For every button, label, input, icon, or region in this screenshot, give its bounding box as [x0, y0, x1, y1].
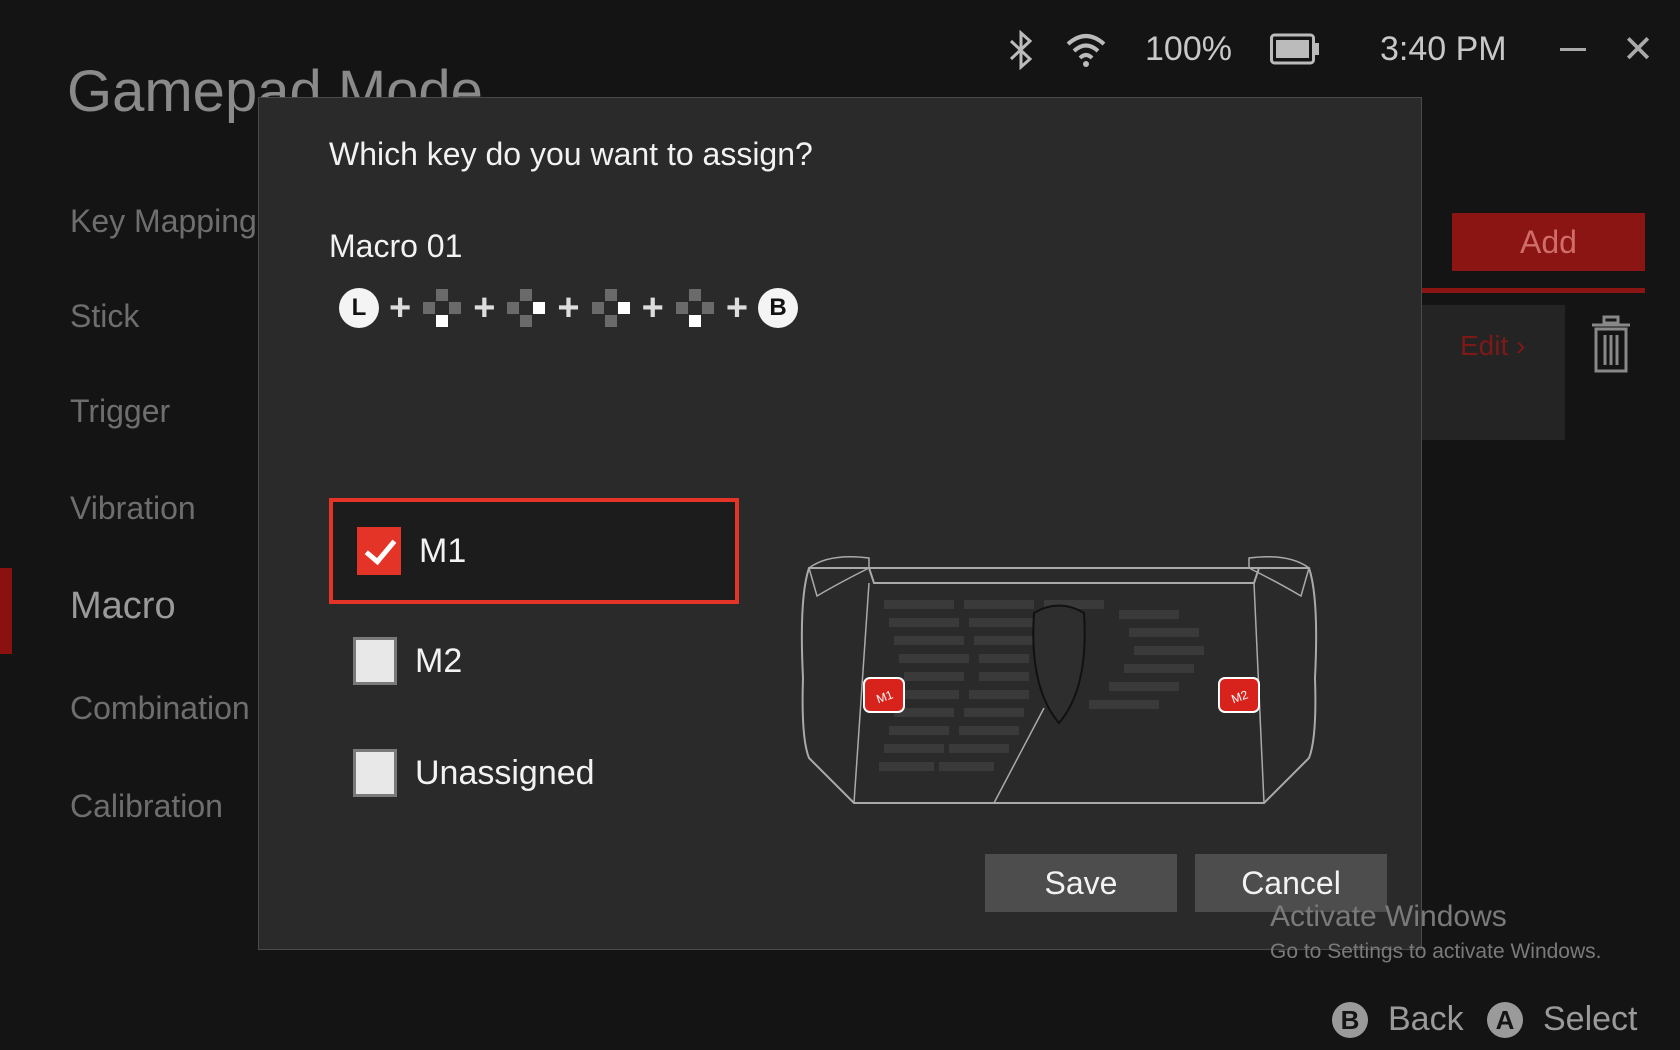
- activate-windows-title: Activate Windows: [1270, 900, 1507, 933]
- add-underline: [1420, 288, 1645, 293]
- b-button-icon: B: [1332, 1001, 1368, 1038]
- m2-checkbox[interactable]: [353, 637, 397, 685]
- option-label: M1: [419, 531, 467, 570]
- sidebar-item-macro[interactable]: Macro: [70, 585, 176, 628]
- status-bar: 100% 3:40 PM ✕: [960, 0, 1680, 100]
- sidebar-item-combination[interactable]: Combination: [70, 690, 250, 727]
- add-button[interactable]: Add: [1452, 213, 1645, 271]
- close-button[interactable]: ✕: [1618, 30, 1658, 70]
- minimize-button[interactable]: [1552, 30, 1596, 70]
- dialog-title: Which key do you want to assign?: [329, 136, 813, 172]
- assign-key-dialog: Which key do you want to assign? Macro 0…: [258, 97, 1422, 950]
- sidebar-item-trigger[interactable]: Trigger: [70, 393, 170, 430]
- a-button-icon: A: [1487, 1001, 1523, 1038]
- unassigned-checkbox[interactable]: [353, 749, 397, 797]
- dpad-right-icon: [591, 289, 630, 327]
- option-label: M2: [415, 641, 463, 680]
- sidebar-item-vibration[interactable]: Vibration: [70, 490, 196, 527]
- close-icon: ✕: [1622, 29, 1654, 71]
- trash-icon[interactable]: [1590, 315, 1632, 373]
- wifi-icon[interactable]: [1065, 30, 1107, 68]
- dpad-right-icon: [507, 289, 546, 327]
- macro-card: [1420, 305, 1565, 440]
- plus-icon: +: [641, 287, 664, 329]
- macro-name: Macro 01: [329, 228, 463, 264]
- battery-percentage: 100%: [1145, 30, 1232, 68]
- option-unassigned[interactable]: Unassigned: [329, 720, 739, 826]
- dpad-down-icon: [423, 289, 462, 327]
- b-button-icon: B: [758, 288, 799, 328]
- option-m2[interactable]: M2: [329, 608, 739, 714]
- clock: 3:40 PM: [1380, 30, 1507, 68]
- sidebar-item-stick[interactable]: Stick: [70, 298, 139, 335]
- option-label: Unassigned: [415, 753, 595, 792]
- select-label: Select: [1543, 1000, 1638, 1038]
- sidebar-item-key-mapping[interactable]: Key Mapping: [70, 203, 257, 240]
- active-nav-marker: [0, 568, 12, 654]
- option-m1[interactable]: M1: [329, 498, 739, 604]
- plus-icon: +: [725, 287, 749, 329]
- back-hint[interactable]: B Back: [1332, 1000, 1464, 1039]
- l-button-icon: L: [339, 288, 379, 328]
- chevron-right-icon: ›: [1516, 330, 1526, 361]
- macro-sequence: L + + + + + B: [339, 283, 799, 333]
- edit-link[interactable]: Edit ›: [1460, 330, 1525, 362]
- dpad-down-icon: [675, 289, 714, 327]
- edit-label: Edit: [1460, 330, 1509, 361]
- save-button[interactable]: Save: [985, 854, 1177, 912]
- plus-icon: +: [473, 287, 496, 329]
- select-hint[interactable]: A Select: [1487, 1000, 1638, 1039]
- back-label: Back: [1388, 1000, 1464, 1038]
- plus-icon: +: [557, 287, 580, 329]
- m1-checkbox[interactable]: [357, 527, 401, 575]
- bluetooth-icon[interactable]: [1008, 30, 1034, 70]
- device-illustration: M1 M2: [800, 556, 1318, 804]
- activate-windows-subtitle: Go to Settings to activate Windows.: [1270, 940, 1602, 963]
- plus-icon: +: [389, 287, 412, 329]
- battery-icon[interactable]: [1270, 33, 1320, 65]
- sidebar-item-calibration[interactable]: Calibration: [70, 788, 223, 825]
